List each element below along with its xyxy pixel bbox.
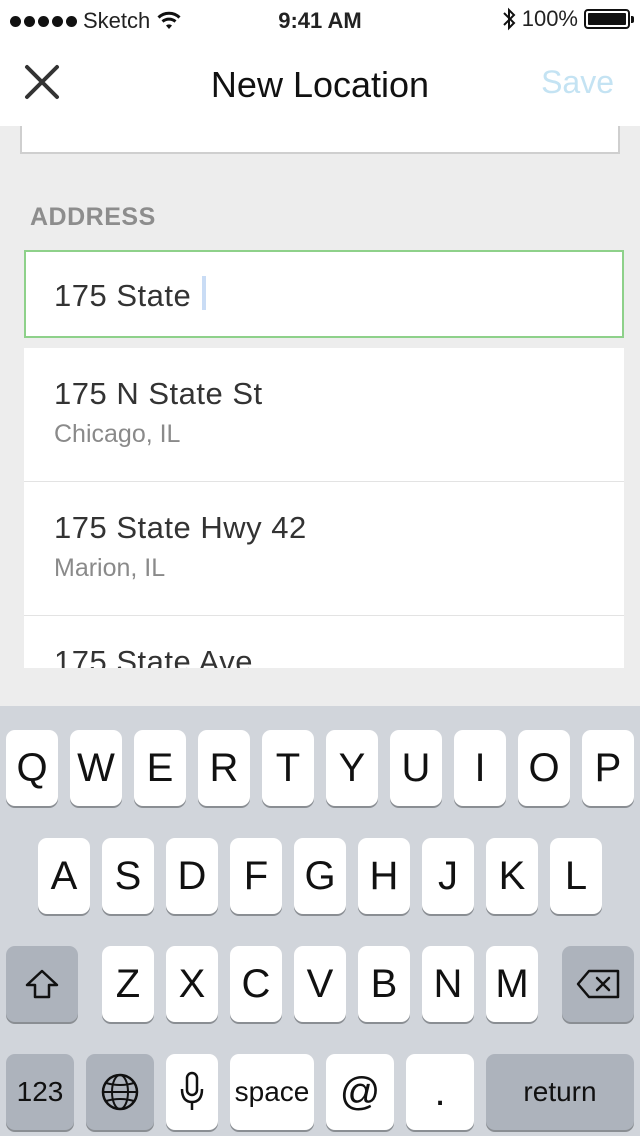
- key-b[interactable]: B: [358, 946, 410, 1022]
- address-input[interactable]: 175 State: [24, 250, 624, 338]
- suggestion-item[interactable]: 175 State Ave: [24, 616, 624, 668]
- key-f[interactable]: F: [230, 838, 282, 914]
- key-g[interactable]: G: [294, 838, 346, 914]
- space-key[interactable]: space: [230, 1054, 314, 1130]
- key-k[interactable]: K: [486, 838, 538, 914]
- backspace-icon: [576, 969, 620, 999]
- globe-icon: [101, 1073, 139, 1111]
- suggestion-item[interactable]: 175 State Hwy 42 Marion, IL: [24, 482, 624, 616]
- at-key[interactable]: @: [326, 1054, 394, 1130]
- return-key[interactable]: return: [486, 1054, 634, 1130]
- key-l[interactable]: L: [550, 838, 602, 914]
- key-d[interactable]: D: [166, 838, 218, 914]
- suggestion-street: 175 State Ave: [54, 644, 253, 668]
- key-c[interactable]: C: [230, 946, 282, 1022]
- suggestions-list: 175 N State St Chicago, IL 175 State Hwy…: [24, 348, 624, 668]
- backspace-key[interactable]: [562, 946, 634, 1022]
- key-u[interactable]: U: [390, 730, 442, 806]
- key-v[interactable]: V: [294, 946, 346, 1022]
- globe-key[interactable]: [86, 1054, 154, 1130]
- key-r[interactable]: R: [198, 730, 250, 806]
- suggestion-street: 175 State Hwy 42: [54, 510, 307, 545]
- key-o[interactable]: O: [518, 730, 570, 806]
- key-a[interactable]: A: [38, 838, 90, 914]
- bluetooth-icon: [503, 7, 516, 31]
- key-m[interactable]: M: [486, 946, 538, 1022]
- key-w[interactable]: W: [70, 730, 122, 806]
- battery-icon: [584, 9, 634, 29]
- key-n[interactable]: N: [422, 946, 474, 1022]
- address-section-label: ADDRESS: [30, 203, 156, 231]
- key-z[interactable]: Z: [102, 946, 154, 1022]
- key-i[interactable]: I: [454, 730, 506, 806]
- shift-key[interactable]: [6, 946, 78, 1022]
- status-bar: Sketch 9:41 AM 100%: [0, 0, 640, 42]
- status-right-group: 100%: [502, 6, 634, 32]
- key-t[interactable]: T: [262, 730, 314, 806]
- key-j[interactable]: J: [422, 838, 474, 914]
- key-h[interactable]: H: [358, 838, 410, 914]
- text-cursor: [202, 276, 206, 310]
- numbers-key[interactable]: 123: [6, 1054, 74, 1130]
- save-button[interactable]: Save: [541, 64, 614, 101]
- key-x[interactable]: X: [166, 946, 218, 1022]
- key-p[interactable]: P: [582, 730, 634, 806]
- previous-field[interactable]: [20, 126, 620, 154]
- suggestion-item[interactable]: 175 N State St Chicago, IL: [24, 348, 624, 482]
- suggestion-city: Marion, IL: [54, 554, 166, 582]
- key-s[interactable]: S: [102, 838, 154, 914]
- key-y[interactable]: Y: [326, 730, 378, 806]
- microphone-icon: [180, 1071, 204, 1110]
- key-e[interactable]: E: [134, 730, 186, 806]
- battery-percent: 100%: [521, 6, 578, 31]
- dictation-key[interactable]: [166, 1054, 218, 1130]
- suggestion-city: Chicago, IL: [54, 420, 181, 448]
- shift-icon: [25, 969, 59, 999]
- navigation-bar: New Location Save: [0, 42, 640, 126]
- suggestion-street: 175 N State St: [54, 376, 263, 411]
- key-q[interactable]: Q: [6, 730, 58, 806]
- address-input-value: 175 State: [54, 278, 192, 313]
- keyboard: Q W E R T Y U I O P A S D F G H J K L Z …: [0, 706, 640, 1136]
- period-key[interactable]: .: [406, 1054, 474, 1130]
